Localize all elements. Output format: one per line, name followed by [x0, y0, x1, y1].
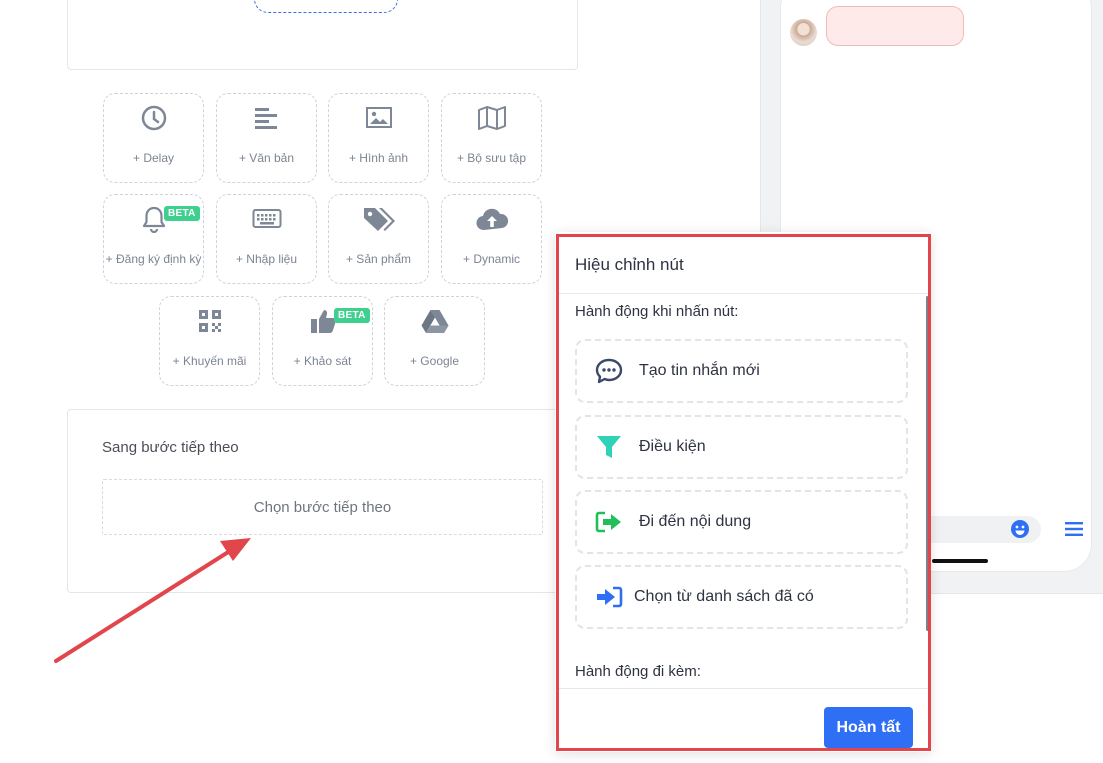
action-label: Tạo tin nhắn mới — [639, 362, 760, 379]
tile-text[interactable]: + Văn bản — [216, 93, 317, 183]
tile-label: + Sản phẩm — [345, 252, 412, 266]
tile-label: + Đăng ký định kỳ — [105, 252, 202, 266]
text-lines-icon — [217, 104, 316, 132]
attached-action-label: Hành động đi kèm: — [575, 663, 701, 680]
tile-label: + Delay — [132, 151, 175, 165]
action-go-to-content[interactable]: Đi đến nội dung — [575, 490, 908, 554]
action-label: Điều kiện — [639, 438, 706, 455]
modal-divider — [559, 293, 928, 294]
tile-product[interactable]: + Sản phẩm — [328, 194, 429, 284]
tile-subscription[interactable]: BETA + Đăng ký định kỳ — [103, 194, 204, 284]
tags-icon — [329, 205, 428, 233]
google-drive-icon — [385, 307, 484, 335]
arrow-exit-icon — [593, 508, 625, 536]
tile-input[interactable]: + Nhập liệu — [216, 194, 317, 284]
keyboard-icon — [217, 205, 316, 233]
top-content-card — [67, 0, 578, 70]
click-action-label: Hành động khi nhấn nút: — [575, 303, 739, 320]
action-label: Đi đến nội dung — [639, 513, 752, 530]
tile-delay[interactable]: + Delay — [103, 93, 204, 183]
tile-google[interactable]: + Google — [384, 296, 485, 386]
action-choose-existing[interactable]: Chọn từ danh sách đã có — [575, 565, 908, 629]
filter-icon — [593, 433, 625, 461]
modal-title: Hiệu chỉnh nút — [575, 255, 684, 274]
tile-promotion[interactable]: + Khuyến mãi — [159, 296, 260, 386]
next-step-card: Sang bước tiếp theo Chọn bước tiếp theo — [67, 409, 578, 593]
add-button-placeholder[interactable] — [254, 0, 398, 13]
clock-icon — [104, 104, 203, 132]
beta-badge: BETA — [334, 308, 370, 323]
action-label: Chọn từ danh sách đã có — [634, 588, 814, 605]
tile-label: + Khảo sát — [293, 354, 352, 368]
done-button[interactable]: Hoàn tất — [824, 707, 913, 748]
action-new-message[interactable]: Tạo tin nhắn mới — [575, 339, 908, 403]
menu-icon[interactable] — [1064, 521, 1084, 537]
map-gallery-icon — [442, 104, 541, 132]
beta-badge: BETA — [164, 206, 200, 221]
avatar — [790, 19, 817, 46]
tile-survey[interactable]: BETA + Khảo sát — [272, 296, 373, 386]
tile-dynamic[interactable]: + Dynamic — [441, 194, 542, 284]
modal-scrollbar[interactable] — [926, 296, 929, 631]
tile-label: + Nhập liệu — [235, 252, 298, 266]
message-bubble — [826, 6, 964, 46]
next-step-select[interactable]: Chọn bước tiếp theo — [102, 479, 543, 535]
sign-in-arrow-icon — [593, 583, 625, 611]
tile-label: + Khuyến mãi — [172, 354, 247, 368]
tile-gallery[interactable]: + Bộ sưu tập — [441, 93, 542, 183]
modal-footer-divider — [559, 688, 928, 689]
tile-label: + Google — [409, 354, 460, 368]
tile-label: + Dynamic — [462, 252, 521, 266]
emoji-icon[interactable] — [1010, 519, 1030, 539]
qr-code-icon — [160, 307, 259, 335]
tile-label: + Bộ sưu tập — [456, 151, 527, 165]
chat-bubble-icon — [593, 357, 625, 385]
tile-label: + Văn bản — [238, 151, 295, 165]
home-indicator — [932, 559, 988, 563]
action-condition[interactable]: Điều kiện — [575, 415, 908, 479]
cloud-upload-icon — [442, 205, 541, 233]
tile-label: + Hình ảnh — [348, 151, 409, 165]
image-icon — [329, 104, 428, 132]
next-step-title: Sang bước tiếp theo — [102, 439, 239, 456]
tile-image[interactable]: + Hình ảnh — [328, 93, 429, 183]
